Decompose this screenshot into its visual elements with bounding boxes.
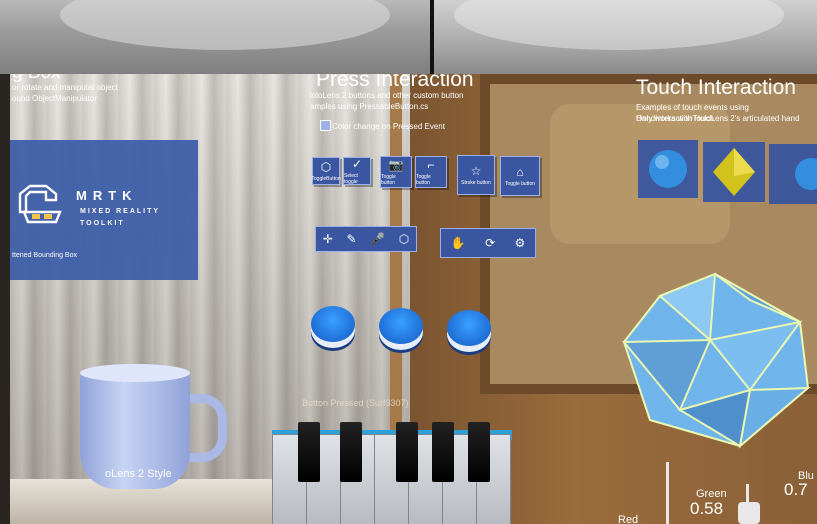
camera-toggle-button[interactable]: 📷 Toggle button — [380, 156, 412, 188]
toggle-button-1[interactable]: ⬡ ToggleButton — [311, 157, 341, 185]
round-pressable-button-1[interactable] — [311, 306, 355, 342]
mrtk-subtitle-1: MIXED REALITY — [80, 208, 161, 215]
mrtk-title: MRTK — [76, 188, 138, 203]
green-slider-value: 0.58 — [690, 499, 724, 518]
red-slider-label: Red — [618, 514, 639, 524]
button-pressed-label: Button Pressed (Surf3307) — [302, 398, 409, 408]
bracket-toggle-button[interactable]: ⌐ Toggle button — [415, 156, 447, 188]
press-desc-1: loloLens 2 buttons and other custom butt… — [310, 91, 464, 100]
mug-rim — [80, 364, 190, 382]
top-video-strip — [0, 0, 817, 74]
right-eye-camera-view — [434, 0, 817, 74]
touch-desc-2: Only works with HoloLens 2's articulated… — [636, 114, 800, 123]
right-eye-highlight — [454, 0, 784, 50]
mixed-reality-scene: g Box or rotate and manipulat object oun… — [10, 74, 817, 524]
gem-tile-2[interactable] — [703, 142, 765, 202]
mrtk-bounding-box-panel[interactable]: MRTK MIXED REALITY TOOLKIT ttened Boundi… — [10, 140, 198, 280]
bracket-icon: ⌐ — [427, 157, 435, 172]
star-icon: ☆ — [470, 163, 482, 178]
scan-icon: ⌂ — [516, 164, 524, 179]
round-pressable-button-2[interactable] — [379, 308, 423, 344]
refresh-icon[interactable]: ⟳ — [485, 236, 495, 250]
check-icon: ✓ — [351, 156, 363, 171]
piano-black-key[interactable] — [432, 422, 454, 482]
microphone-icon[interactable]: 🎤 — [370, 232, 385, 246]
piano-keyboard — [272, 422, 512, 524]
select-toggle-button[interactable]: ✓ Select toggle — [343, 157, 371, 185]
bounding-box-desc-2: ound ObjectManipulator — [12, 94, 97, 103]
left-eye-highlight — [60, 0, 390, 50]
press-desc-2: amples using PressableButton.cs — [310, 102, 429, 111]
yellow-octahedron-icon — [713, 148, 755, 196]
piano-black-key[interactable] — [298, 422, 320, 482]
gem-tile-1[interactable] — [638, 140, 698, 198]
move-icon[interactable]: ✛ — [323, 232, 333, 246]
mrtk-logo-icon — [18, 184, 62, 224]
settings-icon[interactable]: ⚙ — [515, 236, 526, 250]
star-stroke-button[interactable]: ☆ Stroke button — [457, 155, 495, 195]
pencil-icon[interactable]: ✎ — [346, 232, 356, 246]
piano-black-key[interactable] — [468, 422, 490, 482]
cube-icon[interactable]: ⬡ — [399, 232, 409, 246]
gem-tile-3[interactable] — [769, 144, 817, 204]
mug-label: oLens 2 Style — [105, 468, 172, 480]
cube-icon: ⬡ — [320, 159, 332, 174]
blue-slider-thumb[interactable] — [738, 502, 760, 524]
blue-slider-value: 0.7 — [784, 480, 808, 499]
left-eye-camera-view — [0, 0, 430, 74]
green-slider-track[interactable] — [666, 462, 669, 524]
mrtk-subtitle-2: TOOLKIT — [80, 220, 125, 227]
color-change-checkbox[interactable] — [320, 120, 331, 131]
color-change-label: Color change on Pressed Event — [332, 122, 445, 131]
blue-sphere-icon — [649, 150, 687, 188]
button-bar-left: ✛ ✎ 🎤 ⬡ — [315, 226, 417, 252]
piano-black-key[interactable] — [340, 422, 362, 482]
scan-toggle-button[interactable]: ⌂ Toggle button — [500, 156, 540, 196]
blue-gem-icon — [795, 158, 817, 190]
button-bar-right: ✋ ⟳ ⚙ — [440, 228, 536, 258]
mrtk-panel-footer: ttened Bounding Box — [12, 252, 77, 259]
hand-icon[interactable]: ✋ — [451, 236, 466, 250]
round-pressable-button-3[interactable] — [447, 310, 491, 346]
touch-interaction-title: Touch Interaction — [636, 76, 796, 99]
camera-icon: 📷 — [388, 157, 404, 172]
piano-black-key[interactable] — [396, 422, 418, 482]
icosahedron-object[interactable] — [620, 270, 815, 450]
bounding-box-desc-1: or rotate and manipulat object — [12, 83, 118, 92]
